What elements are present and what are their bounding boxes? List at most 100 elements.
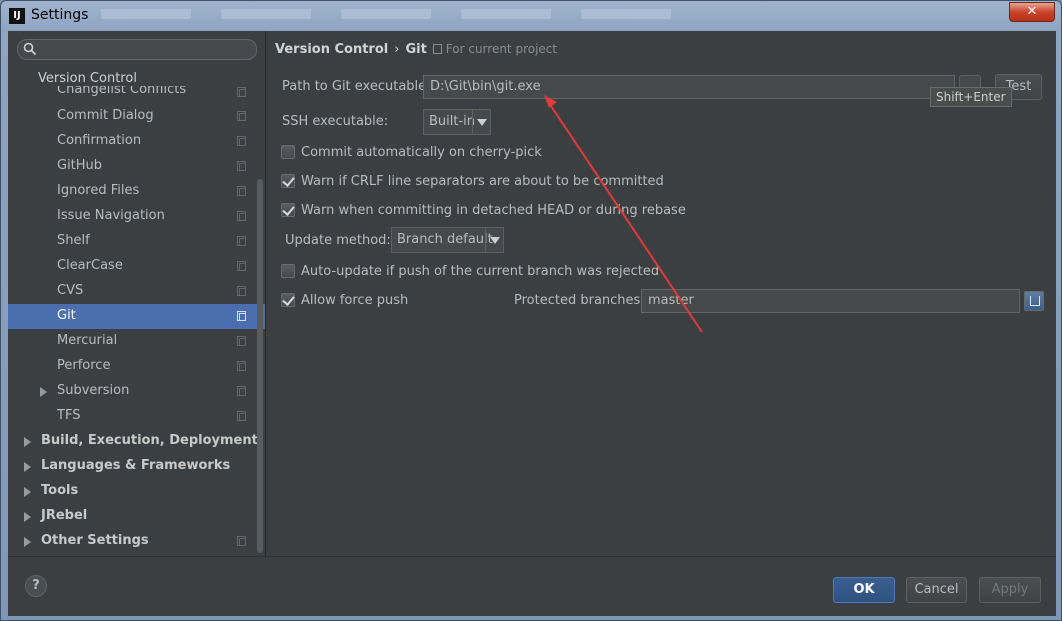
settings-window: IJ Settings ✕ Version Control Changelist… [0,0,1062,621]
tree-item-languages-frameworks[interactable]: Languages & Frameworks [8,454,265,479]
tree-item-label: Tools [41,483,79,498]
expand-arrow-icon[interactable] [40,387,47,397]
ssh-executable-label: SSH executable: [282,114,389,129]
warn-crlf-checkbox[interactable] [281,174,295,188]
dialog-footer: ? OK Cancel Apply [8,556,1056,616]
expand-arrow-icon[interactable] [24,462,31,472]
breadcrumb: Version Control › Git For current project [275,42,557,57]
tree-item-label: Confirmation [57,133,142,148]
tree-item-label: Commit Dialog [57,108,154,123]
tree-item-label: Git [57,308,76,323]
chevron-down-icon [485,228,503,252]
breadcrumb-separator: › [394,42,400,57]
close-window-button[interactable]: ✕ [1009,2,1055,22]
expand-arrow-icon[interactable] [24,487,31,497]
tree-item-ignored-files[interactable]: Ignored Files [8,179,265,204]
tree-item-other-settings[interactable]: Other Settings [8,529,265,554]
help-button[interactable]: ? [25,575,47,597]
tree-item-label: GitHub [57,158,103,173]
shortcut-tooltip: Shift+Enter [930,87,1012,107]
update-method-label: Update method: [285,233,391,248]
apply-button[interactable]: Apply [979,577,1041,603]
expand-arrow-icon[interactable] [24,437,31,447]
breadcrumb-parent: Version Control [275,42,389,57]
tree-item-label: Build, Execution, Deployment [41,433,258,448]
allow-force-push-checkbox[interactable] [281,293,295,307]
git-settings-panel: Version Control › Git For current project P… [266,31,1056,556]
project-scope-icon [237,261,246,271]
tree-item-label: TFS [57,408,81,423]
tree-item-label: Other Settings [41,533,149,548]
sidebar-scrollbar[interactable] [257,179,263,553]
tree-item-label: Languages & Frameworks [41,458,231,473]
tree-item-commit-dialog[interactable]: Commit Dialog [8,104,265,129]
tree-item-cvs[interactable]: CVS [8,279,265,304]
commit-cherry-pick-label[interactable]: Commit automatically on cherry-pick [301,145,542,160]
tree-section-version-control[interactable]: Version Control [38,71,137,86]
expand-arrow-icon[interactable] [24,537,31,547]
tree-item-label: Subversion [57,383,130,398]
tree-item-label: Perforce [57,358,111,373]
tree-item-label: JRebel [41,508,88,523]
tree-item-label: Issue Navigation [57,208,165,223]
tree-item-perforce[interactable]: Perforce [8,354,265,379]
auto-update-checkbox[interactable] [281,264,295,278]
expand-field-icon[interactable] [1024,291,1044,311]
git-path-input[interactable]: D:\Git\bin\git.exe [423,75,955,99]
expand-arrow-icon[interactable] [24,512,31,522]
tree-item-jrebel[interactable]: JRebel [8,504,265,529]
breadcrumb-current: Git [405,42,427,57]
settings-sidebar: Version Control Changelist Conflicts Com… [8,31,265,556]
tree-item-label: ClearCase [57,258,123,273]
warn-detached-head-checkbox[interactable] [281,203,295,217]
settings-client-area: Version Control Changelist Conflicts Com… [8,31,1056,616]
project-scope-icon [237,386,246,396]
project-scope-icon [237,311,246,321]
project-scope-icon [237,136,246,146]
protected-branches-label: Protected branches: [514,293,645,308]
update-method-select[interactable]: Branch default [391,227,504,253]
allow-force-push-label[interactable]: Allow force push [301,293,408,308]
cancel-button[interactable]: Cancel [906,577,967,603]
project-scope-icon [237,161,246,171]
tree-item-issue-navigation[interactable]: Issue Navigation [8,204,265,229]
tree-item-subversion[interactable]: Subversion [8,379,265,404]
project-scope-icon [237,186,246,196]
warn-detached-head-label[interactable]: Warn when committing in detached HEAD or… [301,203,686,218]
tree-item-github[interactable]: GitHub [8,154,265,179]
tree-item-label: CVS [57,283,84,298]
tree-item-mercurial[interactable]: Mercurial [8,329,265,354]
auto-update-label[interactable]: Auto-update if push of the current branc… [301,264,659,279]
tree-item-build-execution-deployment[interactable]: Build, Execution, Deployment [8,429,265,454]
git-path-label: Path to Git executable: [282,79,431,94]
tree-item-label: Shelf [57,233,90,248]
project-scope-icon [237,361,246,371]
ssh-executable-value: Built-in [429,114,476,129]
project-scope-icon [237,411,246,421]
tree-item-changelist-conflicts[interactable]: Changelist Conflicts [8,86,265,100]
background-window-tabs [101,9,721,25]
ssh-executable-select[interactable]: Built-in [423,109,491,135]
ok-button[interactable]: OK [833,577,895,603]
tree-item-shelf[interactable]: Shelf [8,229,265,254]
tree-item-clearcase[interactable]: ClearCase [8,254,265,279]
tree-item-git[interactable]: Git [8,304,265,329]
protected-branches-input[interactable]: master [641,289,1020,313]
tree-item-confirmation[interactable]: Confirmation [8,129,265,154]
tree-item-tools[interactable]: Tools [8,479,265,504]
tree-item-label: Mercurial [57,333,118,348]
project-scope-icon [432,44,442,54]
update-method-value: Branch default [397,232,493,247]
warn-crlf-label[interactable]: Warn if CRLF line separators are about t… [301,174,664,189]
tree-item-tfs[interactable]: TFS [8,404,265,429]
commit-cherry-pick-checkbox[interactable] [281,145,295,159]
breadcrumb-scope: For current project [445,42,558,56]
project-scope-icon [237,336,246,346]
settings-search-input[interactable] [17,39,257,60]
window-title: Settings [31,7,89,23]
project-scope-icon [237,87,246,97]
intellij-app-icon: IJ [9,8,25,24]
tree-item-label: Changelist Conflicts [57,86,187,97]
project-scope-icon [237,286,246,296]
tree-item-label: Ignored Files [57,183,140,198]
